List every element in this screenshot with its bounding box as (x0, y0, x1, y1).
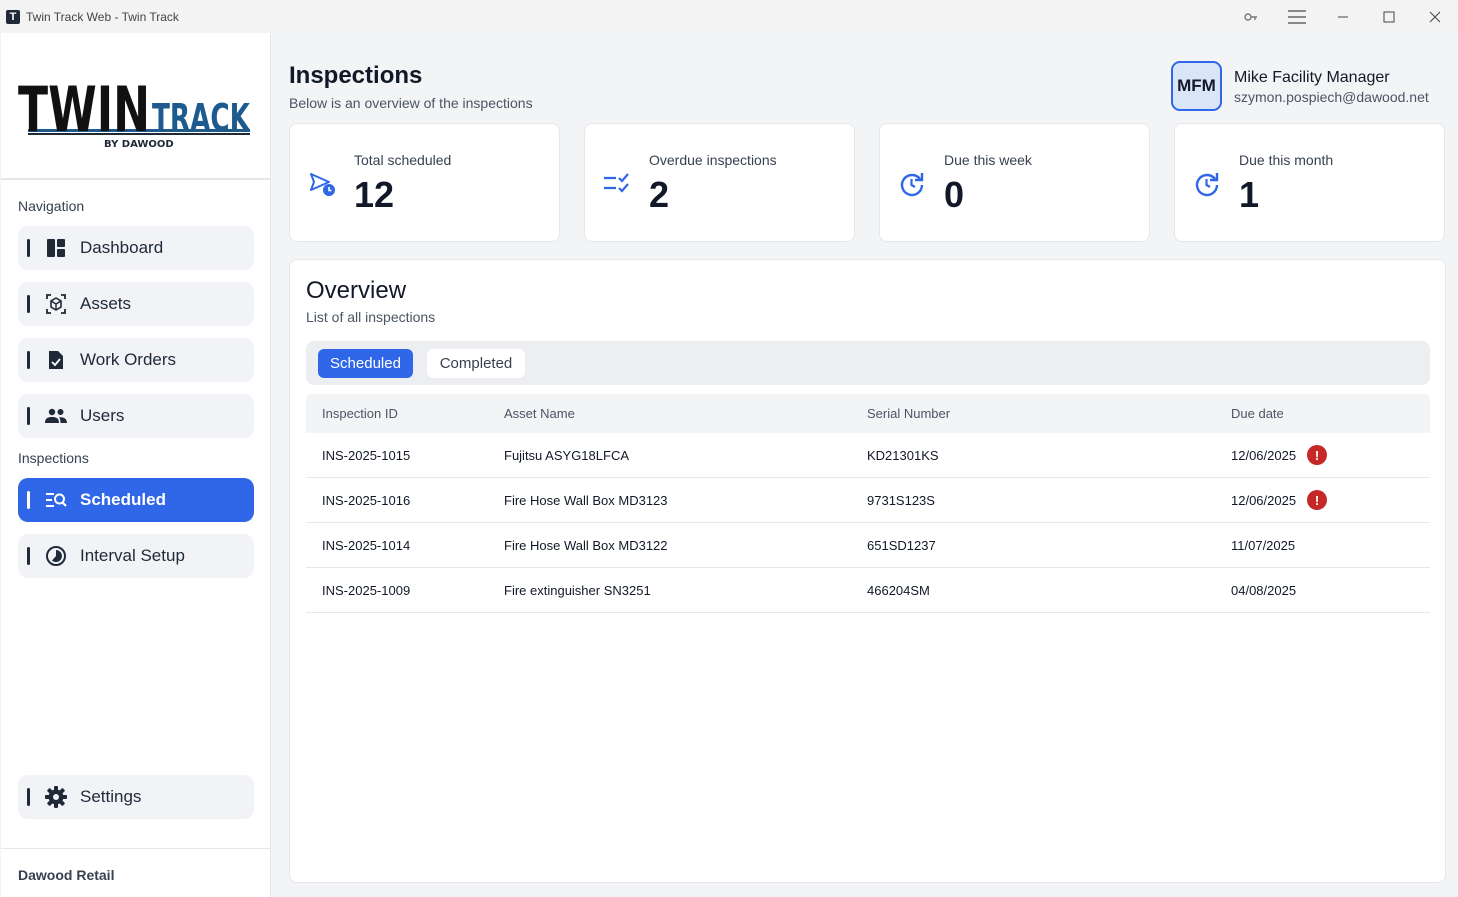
sidebar-item-label: Interval Setup (80, 546, 185, 565)
stat-label: Due this week (944, 152, 1032, 168)
sidebar-item-label: Users (80, 406, 125, 425)
tab-scheduled[interactable]: Scheduled (318, 349, 413, 378)
sidebar-item-label: Settings (80, 787, 142, 806)
table-header: Inspection ID Asset Name Serial Number D… (306, 394, 1430, 433)
table-row[interactable]: INS-2025-1009 Fire extinguisher SN3251 4… (306, 568, 1430, 613)
sidebar-item-dashboard[interactable]: Dashboard (18, 226, 254, 270)
sidebar-item-label: Work Orders (80, 350, 177, 369)
sidebar-item-label: Dashboard (80, 238, 164, 257)
key-icon[interactable] (1228, 0, 1274, 33)
column-header-inspection-id[interactable]: Inspection ID (322, 394, 398, 433)
sidebar-item-interval-setup[interactable]: Interval Setup (18, 534, 254, 578)
logo-line1: TWIN (18, 73, 150, 146)
stat-value: 2 (649, 174, 670, 215)
cell-asset-name: Fire extinguisher SN3251 (504, 582, 651, 598)
overview-subtitle: List of all inspections (306, 309, 436, 325)
app-icon: T (6, 9, 20, 24)
column-header-serial-number[interactable]: Serial Number (867, 394, 950, 433)
maximize-button[interactable] (1366, 0, 1412, 33)
avatar[interactable]: MFM (1171, 61, 1222, 111)
overview-title: Overview (306, 277, 407, 304)
sidebar-item-scheduled[interactable]: Scheduled (18, 478, 254, 522)
cell-serial-number: 651SD1237 (867, 537, 936, 553)
sidebar-item-work-orders[interactable]: Work Orders (18, 338, 254, 382)
logo-line2: TRACK (152, 96, 250, 140)
divider (1, 848, 271, 849)
column-header-asset-name[interactable]: Asset Name (504, 394, 575, 433)
checklist-icon (603, 170, 631, 198)
cell-asset-name: Fire Hose Wall Box MD3123 (504, 492, 668, 508)
stat-value: 0 (944, 174, 965, 215)
logo-area: TWIN TRACK BY DAWOOD (1, 33, 270, 180)
stat-label: Overdue inspections (649, 152, 777, 168)
cell-asset-name: Fire Hose Wall Box MD3122 (504, 537, 668, 553)
stat-card-due-week: Due this week 0 (879, 123, 1150, 242)
cell-due-date: 04/08/2025 (1231, 582, 1297, 598)
cell-due-date: 11/07/2025 (1231, 537, 1296, 553)
page-title: Inspections (289, 62, 423, 89)
column-header-due-date[interactable]: Due date (1231, 394, 1284, 433)
twin-track-logo[interactable]: TWIN TRACK BY DAWOOD (18, 71, 250, 151)
stat-value: 1 (1239, 174, 1260, 215)
inspections-section-label: Inspections (18, 450, 89, 466)
interval-icon (44, 544, 68, 568)
sidebar-item-label: Scheduled (80, 490, 166, 509)
cell-inspection-id: INS-2025-1015 (322, 447, 411, 463)
window-titlebar: T Twin Track Web - Twin Track (0, 0, 1458, 33)
stat-card-overdue: Overdue inspections 2 (584, 123, 855, 242)
minimize-button[interactable] (1320, 0, 1366, 33)
cell-inspection-id: INS-2025-1014 (322, 537, 411, 553)
window-title: Twin Track Web - Twin Track (26, 9, 179, 24)
table-row[interactable]: INS-2025-1016 Fire Hose Wall Box MD3123 … (306, 478, 1430, 523)
table-row[interactable]: INS-2025-1014 Fire Hose Wall Box MD3122 … (306, 523, 1430, 568)
logo-byline: BY DAWOOD (104, 139, 174, 150)
tab-bar: Scheduled Completed (306, 341, 1430, 385)
refresh-clock-icon (1193, 170, 1221, 198)
user-email: szymon.pospiech@dawood.net (1234, 89, 1429, 105)
cell-inspection-id: INS-2025-1016 (322, 492, 411, 508)
cell-serial-number: KD21301KS (867, 447, 939, 463)
sidebar-item-users[interactable]: Users (18, 394, 254, 438)
user-name: Mike Facility Manager (1234, 69, 1390, 86)
stat-card-due-month: Due this month 1 (1174, 123, 1445, 242)
organization-name: Dawood Retail (18, 867, 115, 883)
sidebar-item-label: Assets (80, 294, 132, 313)
cell-due-date: 12/06/2025 (1231, 492, 1297, 508)
stat-card-total-scheduled: Total scheduled 12 (289, 123, 560, 242)
tab-completed[interactable]: Completed (427, 349, 525, 378)
page-subtitle: Below is an overview of the inspections (289, 95, 533, 111)
overdue-alert-icon: ! (1307, 490, 1328, 510)
stat-label: Total scheduled (354, 152, 452, 168)
sidebar: TWIN TRACK BY DAWOOD Navigation Dashboar… (1, 33, 271, 897)
table-row[interactable]: INS-2025-1015 Fujitsu ASYG18LFCA KD21301… (306, 433, 1430, 478)
close-button[interactable] (1412, 0, 1458, 33)
users-icon (44, 404, 68, 428)
overdue-alert-icon: ! (1307, 445, 1328, 465)
cell-asset-name: Fujitsu ASYG18LFCA (504, 447, 629, 463)
assets-icon (44, 292, 68, 316)
cell-serial-number: 466204SM (867, 582, 930, 598)
refresh-clock-icon (898, 170, 926, 198)
cell-inspection-id: INS-2025-1009 (322, 582, 411, 598)
overview-panel: Overview List of all inspections Schedul… (289, 259, 1446, 883)
work-orders-icon (44, 348, 68, 372)
scheduled-icon (44, 488, 68, 512)
scheduled-send-icon (308, 170, 336, 198)
stat-value: 12 (354, 174, 395, 215)
sidebar-item-settings[interactable]: Settings (18, 775, 254, 819)
sidebar-item-assets[interactable]: Assets (18, 282, 254, 326)
gear-icon (44, 785, 68, 809)
dashboard-icon (44, 236, 68, 260)
cell-due-date: 12/06/2025 (1231, 447, 1297, 463)
stat-label: Due this month (1239, 152, 1334, 168)
cell-serial-number: 9731S123S (867, 492, 935, 508)
menu-icon[interactable] (1274, 0, 1320, 33)
nav-section-label: Navigation (18, 198, 85, 214)
